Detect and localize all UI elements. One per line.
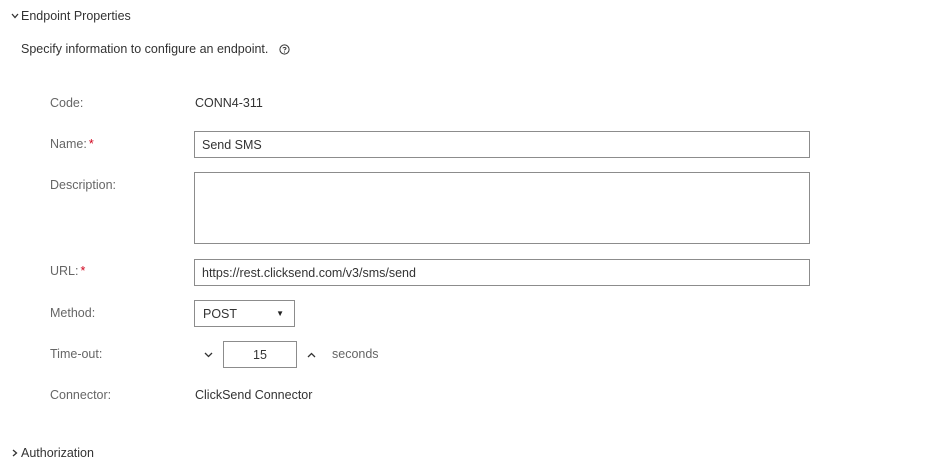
intro-text: Specify information to configure an endp… [21,42,269,56]
chevron-down-icon [204,347,213,361]
chevron-up-icon [307,347,316,361]
code-value: CONN4-311 [195,96,263,110]
required-marker: * [88,137,94,151]
section-title: Endpoint Properties [21,9,131,23]
required-marker: * [80,264,86,278]
method-select[interactable]: POST ▼ [194,300,295,327]
timeout-label: Time-out: [50,347,103,361]
url-label-text: URL: [50,264,79,278]
authorization-header[interactable]: Authorization [9,446,94,460]
method-selected-value: POST [203,306,238,321]
description-label: Description: [50,178,116,192]
timeout-input[interactable] [223,341,297,368]
name-label-text: Name: [50,137,87,151]
url-input[interactable] [194,259,810,286]
description-textarea[interactable] [194,172,810,244]
name-label: Name: * [50,137,94,151]
section-description: Specify information to configure an endp… [21,42,290,56]
caret-down-icon: ▼ [276,309,284,318]
url-label: URL: * [50,264,85,278]
method-label: Method: [50,306,96,320]
name-input[interactable] [194,131,810,158]
connector-label: Connector: [50,388,112,402]
code-label: Code: [50,96,84,110]
chevron-right-icon [9,447,21,459]
endpoint-properties-header[interactable]: Endpoint Properties [9,9,131,23]
help-icon[interactable] [278,43,290,55]
timeout-increment-button[interactable] [303,346,319,362]
timeout-unit: seconds [332,347,379,361]
connector-value: ClickSend Connector [195,388,313,402]
chevron-down-icon [9,10,21,22]
timeout-decrement-button[interactable] [200,346,216,362]
section-title: Authorization [21,446,94,460]
